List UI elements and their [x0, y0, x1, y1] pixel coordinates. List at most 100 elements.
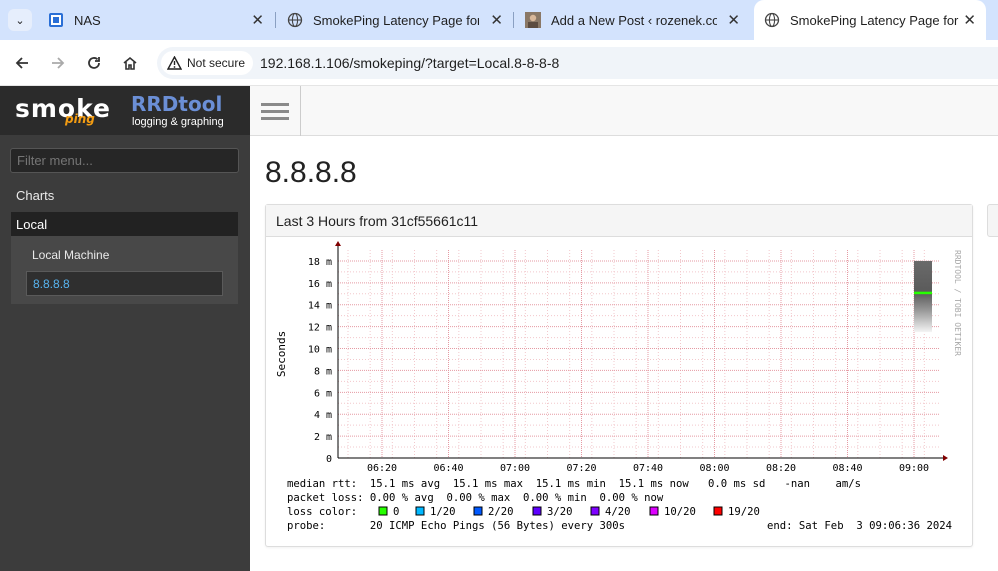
loss-color-label: 19/20 [728, 506, 760, 518]
close-icon[interactable]: ✕ [251, 11, 264, 29]
loss-color-swatch [649, 506, 659, 516]
tab-strip: ⌄ NAS ✕ SmokePing Latency Page for 8.8 ✕… [0, 0, 998, 40]
page-title: 8.8.8.8 [265, 156, 357, 189]
loss-color-label: 10/20 [664, 506, 696, 518]
logo-smoke-text: smoke [15, 94, 112, 123]
loss-color-label: 3/20 [547, 506, 573, 518]
x-axis-arrow [943, 455, 948, 461]
loss-color-swatch [590, 506, 600, 516]
omnibox[interactable]: Not secure 192.168.1.106/smokeping/?targ… [157, 47, 998, 79]
loss-color-swatch [378, 506, 388, 516]
tab-search-button[interactable]: ⌄ [8, 9, 32, 31]
legend-packet-loss: packet loss: 0.00 % avg 0.00 % max 0.00 … [287, 492, 664, 504]
menu-toggle-button[interactable] [250, 86, 301, 136]
avatar-icon [525, 12, 541, 28]
url-text[interactable]: 192.168.1.106/smokeping/?target=Local.8-… [260, 55, 559, 71]
tab-smokeping-active[interactable]: SmokePing Latency Page for 8.8 ✕ [754, 0, 986, 40]
close-icon[interactable]: ✕ [727, 11, 740, 29]
loss-color-label: 2/20 [488, 506, 514, 518]
y-tick-label: 12 m [308, 323, 332, 334]
x-tick-label: 07:40 [633, 463, 663, 474]
graph-panel-next [987, 204, 998, 237]
tab-title: SmokePing Latency Page for 8.8 [790, 12, 960, 28]
panel-title[interactable]: Last 3 Hours from 31cf55661c11 [266, 205, 972, 237]
close-icon[interactable]: ✕ [490, 11, 503, 29]
sidebar-item-charts[interactable]: Charts [16, 188, 54, 203]
loss-color-swatch [713, 506, 723, 516]
back-button[interactable] [10, 51, 34, 75]
logo-subtitle: logging & graphing [132, 116, 224, 128]
loss-color-swatch [415, 506, 425, 516]
legend-loss-color-label: loss color: [287, 506, 357, 518]
legend-probe: probe: 20 ICMP Echo Pings (56 Bytes) eve… [287, 520, 625, 532]
tab-nas[interactable]: NAS ✕ [48, 0, 274, 40]
tab-title: Add a New Post ‹ rozenek.com [551, 12, 717, 28]
loss-color-label: 4/20 [605, 506, 631, 518]
loss-color-swatch [473, 506, 483, 516]
globe-icon [764, 12, 780, 28]
tab-rozenek[interactable]: Add a New Post ‹ rozenek.com ✕ [525, 0, 750, 40]
x-tick-label: 08:00 [699, 463, 729, 474]
sidebar-item-8-8-8-8[interactable]: 8.8.8.8 [26, 271, 223, 296]
arrow-left-icon [15, 57, 28, 69]
loss-color-label: 1/20 [430, 506, 456, 518]
sidebar-submenu-local: Local Machine 8.8.8.8 [11, 236, 238, 304]
y-axis-label: Seconds [275, 331, 288, 377]
tab-title: SmokePing Latency Page for 8.8 [313, 12, 479, 28]
y-tick-label: 0 [326, 454, 332, 465]
loss-color-label: 0 [393, 506, 399, 518]
chevron-down-icon: ⌄ [15, 14, 25, 27]
logo-rrdtool-text: RRDtool [131, 92, 223, 116]
legend-end-time: end: Sat Feb 3 09:06:36 2024 [767, 520, 952, 532]
y-tick-label: 18 m [308, 257, 332, 268]
sidebar-item-local[interactable]: Local [11, 212, 238, 236]
hamburger-line [261, 103, 289, 106]
x-tick-label: 07:00 [500, 463, 530, 474]
y-tick-label: 16 m [308, 279, 332, 290]
x-tick-label: 06:20 [367, 463, 397, 474]
graph-panel: Last 3 Hours from 31cf55661c11 0 2 m 4 m 6 … [265, 204, 973, 547]
reload-button[interactable] [82, 51, 106, 75]
latency-graph[interactable]: 0 2 m 4 m 6 m 8 m 10 m 12 m 14 m 16 m 18 m 06:20 06… [266, 238, 972, 546]
smoke-band [914, 260, 932, 333]
y-tick-label: 14 m [308, 301, 332, 312]
y-tick-label: 10 m [308, 345, 332, 356]
reload-icon [88, 57, 100, 69]
security-label: Not secure [187, 56, 246, 70]
nas-icon [49, 13, 63, 27]
x-tick-label: 09:00 [899, 463, 929, 474]
warning-icon [167, 56, 182, 70]
rrdtool-watermark: RRDTOOL / TOBI OETIKER [953, 250, 962, 356]
address-toolbar: Not secure 192.168.1.106/smokeping/?targ… [0, 40, 998, 86]
main-content: 8.8.8.8 Last 3 Hours from 31cf55661c11 0… [250, 137, 998, 571]
legend-median-rtt: median rtt: 15.1 ms avg 15.1 ms max 15.1… [287, 478, 861, 490]
y-tick-label: 2 m [314, 432, 332, 443]
tab-smokeping-1[interactable]: SmokePing Latency Page for 8.8 ✕ [287, 0, 513, 40]
plot-area [338, 250, 939, 458]
security-chip[interactable]: Not secure [161, 51, 254, 75]
filter-menu-input[interactable] [10, 148, 239, 173]
x-tick-label: 06:40 [433, 463, 463, 474]
y-tick-label: 6 m [314, 388, 332, 399]
tab-title: NAS [74, 12, 101, 28]
forward-button[interactable] [46, 51, 70, 75]
logo: smoke ping RRDtool logging & graphing [0, 86, 250, 135]
x-tick-label: 08:40 [832, 463, 862, 474]
y-axis-arrow [335, 241, 341, 246]
sidebar: smoke ping RRDtool logging & graphing Ch… [0, 86, 250, 571]
globe-icon [287, 12, 303, 28]
close-icon[interactable]: ✕ [963, 11, 976, 29]
top-bar [250, 86, 998, 136]
y-tick-label: 8 m [314, 366, 332, 377]
x-tick-label: 08:20 [766, 463, 796, 474]
tab-divider [275, 12, 276, 28]
loss-color-swatch [532, 506, 542, 516]
logo-ping-text: ping [65, 112, 95, 126]
arrow-right-icon [52, 57, 65, 69]
hamburger-line [261, 110, 289, 113]
sidebar-item-local-machine[interactable]: Local Machine [32, 248, 109, 262]
x-tick-label: 07:20 [566, 463, 596, 474]
median-line [914, 291, 932, 295]
home-button[interactable] [118, 51, 142, 75]
home-icon [123, 56, 137, 70]
